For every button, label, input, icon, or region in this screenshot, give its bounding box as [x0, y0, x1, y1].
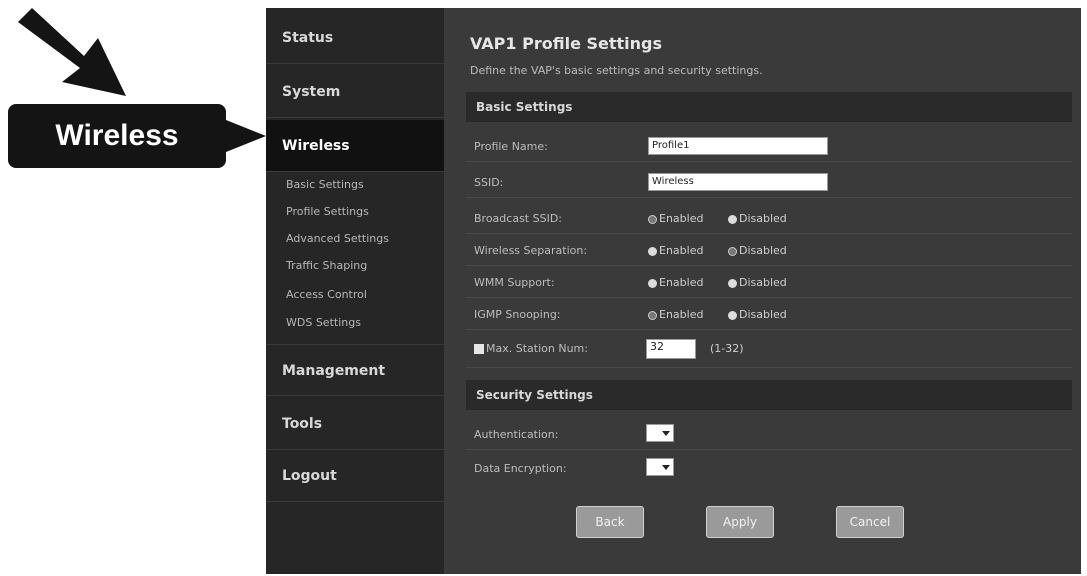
radio-label: Enabled	[659, 244, 704, 257]
wmm-support-row: WMM Support: Enabled Disabled	[466, 266, 1072, 298]
router-ui-screenshot: Status System Wireless Basic Settings Pr…	[266, 8, 1081, 574]
radio-label: Disabled	[739, 276, 787, 289]
radio-label: Disabled	[739, 244, 787, 257]
broadcast-disabled-radio[interactable]: Disabled	[728, 212, 787, 225]
radio-dot-icon	[728, 214, 737, 224]
sidebar-sub-advanced-settings[interactable]: Advanced Settings	[286, 232, 389, 245]
sidebar-sub-wds-settings[interactable]: WDS Settings	[286, 316, 361, 329]
ssid-row: SSID: Wireless	[466, 166, 1072, 198]
ssid-input[interactable]: Wireless	[648, 173, 828, 191]
radio-label: Enabled	[659, 212, 704, 225]
wmm-disabled-radio[interactable]: Disabled	[728, 276, 787, 289]
radio-dot-icon	[648, 246, 657, 256]
sidebar-sub-traffic-shaping[interactable]: Traffic Shaping	[286, 259, 367, 272]
broadcast-ssid-label: Broadcast SSID:	[474, 212, 562, 225]
sidebar-sub-basic-settings[interactable]: Basic Settings	[286, 178, 364, 191]
data-encryption-label: Data Encryption:	[474, 462, 567, 475]
radio-dot-icon	[728, 246, 737, 256]
back-button[interactable]: Back	[576, 506, 644, 538]
wireless-callout: Wireless	[8, 104, 226, 168]
profile-name-row: Profile Name: Profile1	[466, 130, 1072, 162]
wireless-separation-label: Wireless Separation:	[474, 244, 588, 257]
max-station-range: (1-32)	[710, 342, 744, 355]
sidebar-item-management[interactable]: Management	[266, 344, 444, 396]
cancel-button[interactable]: Cancel	[836, 506, 904, 538]
chevron-down-icon	[662, 465, 670, 470]
ssid-label: SSID:	[474, 176, 504, 189]
sidebar-sub-access-control[interactable]: Access Control	[286, 288, 367, 301]
page-title: VAP1 Profile Settings	[470, 34, 663, 53]
max-station-input[interactable]: 32	[646, 339, 696, 359]
callout-pointer	[226, 120, 266, 152]
sidebar-sub-profile-settings[interactable]: Profile Settings	[286, 205, 369, 218]
radio-label: Enabled	[659, 308, 704, 321]
data-encryption-select[interactable]	[646, 458, 674, 476]
radio-label: Disabled	[739, 308, 787, 321]
authentication-select[interactable]	[646, 424, 674, 442]
authentication-label: Authentication:	[474, 428, 559, 441]
max-station-label: Max. Station Num:	[486, 342, 588, 355]
callout-label: Wireless	[55, 119, 179, 152]
chevron-down-icon	[662, 431, 670, 436]
separation-disabled-radio[interactable]: Disabled	[728, 244, 787, 257]
pointer-arrow-icon	[18, 8, 126, 96]
radio-dot-icon	[728, 310, 737, 320]
apply-button[interactable]: Apply	[706, 506, 774, 538]
main-panel: VAP1 Profile Settings Define the VAP's b…	[444, 8, 1081, 574]
wireless-separation-row: Wireless Separation: Enabled Disabled	[466, 234, 1072, 266]
max-station-checkbox[interactable]	[474, 344, 484, 354]
authentication-row: Authentication:	[466, 418, 1072, 450]
radio-label: Enabled	[659, 276, 704, 289]
basic-settings-heading: Basic Settings	[466, 92, 1072, 122]
sidebar: Status System Wireless Basic Settings Pr…	[266, 8, 444, 574]
sidebar-item-status[interactable]: Status	[266, 12, 444, 64]
max-station-row: Max. Station Num: 32 (1-32)	[466, 332, 1072, 368]
wmm-enabled-radio[interactable]: Enabled	[648, 276, 703, 289]
profile-name-input[interactable]: Profile1	[648, 137, 828, 155]
radio-dot-icon	[648, 310, 657, 320]
radio-dot-icon	[648, 214, 657, 224]
max-station-label-wrap: Max. Station Num:	[474, 342, 588, 355]
data-encryption-row: Data Encryption:	[466, 452, 1072, 484]
sidebar-item-wireless[interactable]: Wireless	[266, 120, 444, 172]
profile-name-label: Profile Name:	[474, 140, 548, 153]
igmp-enabled-radio[interactable]: Enabled	[648, 308, 703, 321]
broadcast-enabled-radio[interactable]: Enabled	[648, 212, 703, 225]
igmp-snooping-row: IGMP Snooping: Enabled Disabled	[466, 298, 1072, 330]
igmp-disabled-radio[interactable]: Disabled	[728, 308, 787, 321]
radio-dot-icon	[648, 278, 657, 288]
sidebar-item-system[interactable]: System	[266, 66, 444, 118]
radio-dot-icon	[728, 278, 737, 288]
igmp-snooping-label: IGMP Snooping:	[474, 308, 561, 321]
broadcast-ssid-row: Broadcast SSID: Enabled Disabled	[466, 202, 1072, 234]
page-description: Define the VAP's basic settings and secu…	[470, 64, 763, 77]
separation-enabled-radio[interactable]: Enabled	[648, 244, 703, 257]
sidebar-item-tools[interactable]: Tools	[266, 398, 444, 450]
wmm-support-label: WMM Support:	[474, 276, 555, 289]
sidebar-item-logout[interactable]: Logout	[266, 450, 444, 502]
radio-label: Disabled	[739, 212, 787, 225]
security-settings-heading: Security Settings	[466, 380, 1072, 410]
